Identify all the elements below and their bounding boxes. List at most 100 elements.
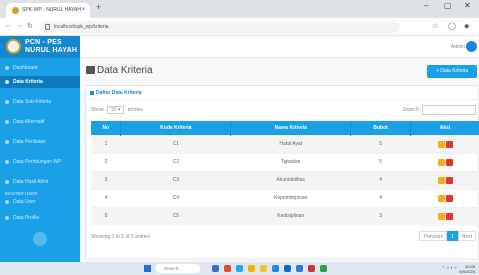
- store-icon[interactable]: [272, 265, 279, 272]
- bookmark-star-icon[interactable]: ☆: [432, 22, 438, 30]
- table-row: 4 C4 Kepemimpinan 4: [91, 188, 479, 207]
- sidebar-item-profile[interactable]: Data Profile: [0, 212, 80, 224]
- cell-nama: Kepemimpinan: [230, 188, 351, 207]
- tab-close-icon[interactable]: ×: [81, 3, 85, 18]
- previous-button[interactable]: Previous: [419, 231, 447, 241]
- cell-bobot: 5: [350, 152, 411, 171]
- edit-icon[interactable]: [437, 194, 445, 202]
- delete-icon[interactable]: [445, 176, 453, 184]
- card-header: Daftar Data Kriteria: [86, 86, 479, 100]
- table-header-row: No Kode Kriteria Nama Kriteria Bobot Aks…: [91, 121, 479, 135]
- sidebar-item-label: Data Alternatif: [13, 119, 45, 125]
- delete-icon[interactable]: [445, 212, 453, 220]
- sidebar-item-label: Data Perhitungan WP: [13, 159, 62, 165]
- page-button[interactable]: 1: [446, 231, 458, 241]
- cell-nama: Akuntabilitas: [230, 170, 351, 189]
- clock[interactable]: 20:45 6/9/2024: [459, 264, 475, 274]
- delete-icon[interactable]: [445, 158, 453, 166]
- task-view-icon[interactable]: [212, 265, 219, 272]
- sidebar-item-dashboard[interactable]: Dashboard: [0, 62, 80, 74]
- new-tab-button[interactable]: +: [96, 2, 101, 12]
- user-icon: [5, 200, 9, 204]
- show-entries: Show 10 ▾ entries: [91, 106, 143, 114]
- page-title: Data Kriteria: [97, 65, 153, 76]
- show-prefix: Show: [91, 107, 104, 113]
- table-row: 2 C2 Tajwidan 5: [91, 152, 479, 171]
- url-field[interactable]: localhost/spk_wp/kriteria: [40, 21, 400, 33]
- sidebar-item-user[interactable]: Data User: [0, 196, 80, 208]
- info-icon[interactable]: [45, 24, 50, 30]
- cell-bobot: 5: [350, 134, 411, 153]
- cell-no: 4: [91, 188, 121, 207]
- window-close-button[interactable]: ✕: [464, 1, 471, 10]
- taskbar-search[interactable]: Search: [156, 264, 200, 273]
- window-minimize-button[interactable]: –: [424, 1, 428, 10]
- brand[interactable]: PCN - PES NURUL HAYAH: [0, 36, 80, 58]
- file-explorer-icon[interactable]: [260, 265, 267, 272]
- pagination: Previous 1 Next: [419, 231, 476, 241]
- sidebar: PCN - PES NURUL HAYAH Dashboard Data Kri…: [0, 36, 80, 262]
- cell-nama: Hafal Ayat: [230, 134, 351, 153]
- cell-nama: Tajwidan: [230, 152, 351, 171]
- sidebar-item-alternatif[interactable]: Data Alternatif: [0, 116, 80, 128]
- windows-start-icon[interactable]: [144, 265, 151, 272]
- back-icon[interactable]: ←: [5, 22, 12, 29]
- browser-address-bar: ← → ↻ localhost/spk_wp/kriteria ☆ ◯ ◆: [0, 18, 479, 36]
- main-content: Data Kriteria + Data Kriteria Daftar Dat…: [80, 58, 479, 262]
- add-kriteria-button[interactable]: + Data Kriteria: [427, 65, 477, 78]
- brand-line-1: PCN - PES: [25, 39, 62, 46]
- database-icon: [86, 66, 95, 74]
- sidebar-item-hasil-akhir[interactable]: Data Hasil Akhir: [0, 176, 80, 188]
- card-title: Daftar Data Kriteria: [96, 90, 142, 96]
- user-name[interactable]: Admin: [451, 44, 465, 50]
- mail-icon[interactable]: [284, 265, 291, 272]
- profile-icon[interactable]: ◯: [448, 22, 456, 30]
- sidebar-item-penilaian[interactable]: Data Penilaian: [0, 136, 80, 148]
- search-input[interactable]: [422, 105, 476, 115]
- extensions-icon[interactable]: ◆: [464, 22, 469, 30]
- browser-tab[interactable]: SPK-WP - NURUL HAYAH ×: [6, 3, 90, 18]
- kriteria-table: No Kode Kriteria Nama Kriteria Bobot Aks…: [91, 121, 479, 225]
- forward-icon[interactable]: →: [16, 22, 23, 29]
- cell-kode: C1: [120, 134, 231, 153]
- app-icon[interactable]: [224, 265, 231, 272]
- chrome-icon[interactable]: [248, 265, 255, 272]
- entries-select[interactable]: 10 ▾: [106, 106, 125, 114]
- sidebar-item-data-kriteria[interactable]: Data Kriteria: [0, 76, 80, 88]
- column-header[interactable]: No: [91, 121, 122, 135]
- delete-icon[interactable]: [445, 140, 453, 148]
- app-icon[interactable]: [308, 265, 315, 272]
- logo-icon: [6, 39, 21, 54]
- sidebar-item-label: Dashboard: [13, 65, 38, 71]
- browser-tab-bar: SPK-WP - NURUL HAYAH × + – ▢ ✕: [0, 0, 479, 18]
- column-header[interactable]: Nama Kriteria: [230, 121, 352, 135]
- profile-menu-icon: [5, 216, 9, 220]
- sidebar-item-sub-kriteria[interactable]: Data Sub Kriteria: [0, 96, 80, 108]
- word-icon[interactable]: [296, 265, 303, 272]
- delete-icon[interactable]: [445, 194, 453, 202]
- app-icon[interactable]: [320, 265, 327, 272]
- table-icon: [90, 91, 94, 95]
- edit-icon[interactable]: [437, 158, 445, 166]
- avatar[interactable]: [466, 41, 477, 52]
- window-maximize-button[interactable]: ▢: [444, 1, 452, 10]
- sidebar-toggle-button[interactable]: [33, 232, 47, 246]
- cell-bobot: 4: [350, 170, 411, 189]
- next-button[interactable]: Next: [457, 231, 476, 241]
- column-header[interactable]: Kode Kriteria: [120, 121, 232, 135]
- clock-date: 6/9/2024: [459, 269, 475, 274]
- edit-icon[interactable]: [437, 176, 445, 184]
- table-info: Showing 1 to 5 of 5 entries: [91, 234, 151, 240]
- edit-icon[interactable]: [437, 212, 445, 220]
- system-tray[interactable]: ^ ♫ ◐ ⌁: [442, 265, 457, 271]
- sidebar-item-perhitungan[interactable]: Data Perhitungan WP: [0, 156, 80, 168]
- reload-icon[interactable]: ↻: [27, 22, 33, 30]
- cell-aksi: [410, 170, 479, 189]
- column-header[interactable]: Bobot: [350, 121, 412, 135]
- cell-no: 2: [91, 152, 121, 171]
- sidebar-item-label: Data Sub Kriteria: [13, 99, 52, 105]
- edit-icon[interactable]: [437, 140, 445, 148]
- brand-title: PCN - PES NURUL HAYAH: [25, 39, 77, 55]
- edge-icon[interactable]: [236, 265, 243, 272]
- entries-select-value: 10: [110, 107, 117, 113]
